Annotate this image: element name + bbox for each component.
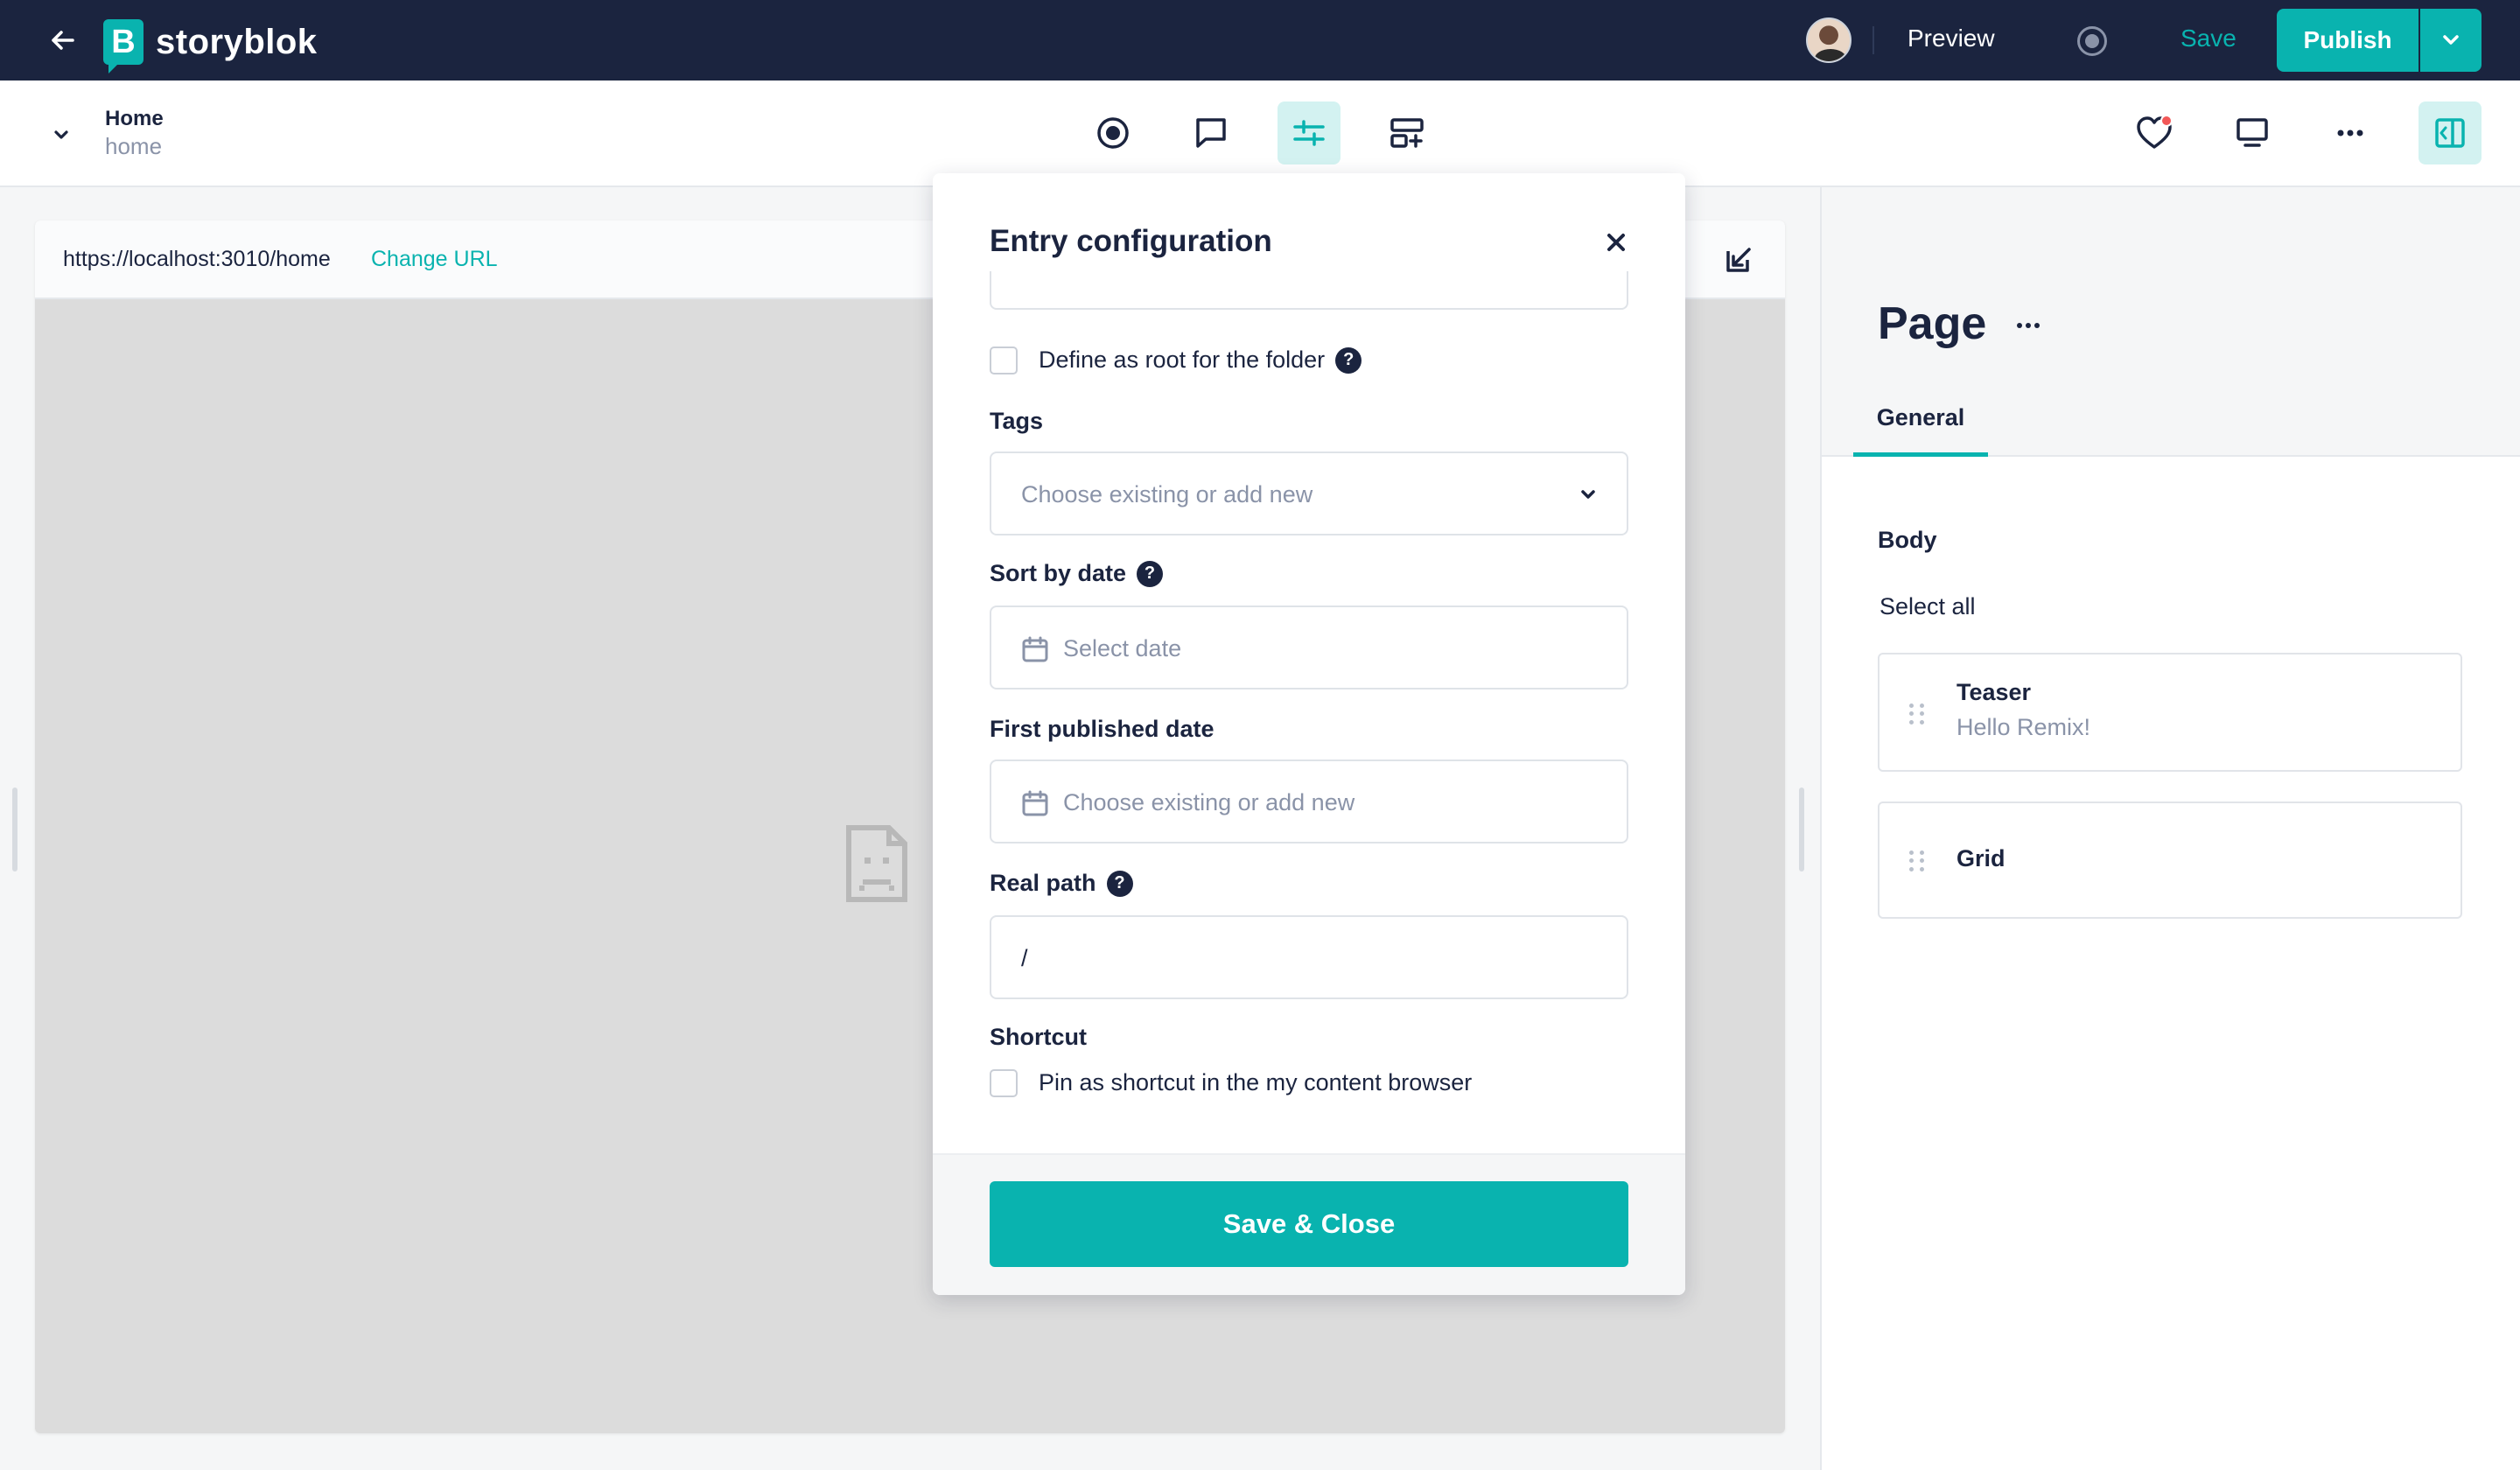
broken-page-icon	[844, 824, 910, 907]
chevron-down-icon	[2443, 35, 2459, 45]
chevron-down-icon	[54, 130, 68, 139]
help-icon[interactable]: ?	[1335, 346, 1362, 374]
pin-shortcut-checkbox[interactable]	[990, 1069, 1018, 1097]
first-published-label: First published date	[990, 716, 1214, 742]
real-path-input[interactable]: /	[990, 915, 1628, 999]
open-preview-button[interactable]	[1720, 240, 1759, 278]
logo-mark: B	[103, 19, 144, 74]
more-horizontal-icon	[2017, 323, 2040, 328]
editor-header: Home home	[0, 80, 2520, 187]
sliders-icon	[1293, 120, 1325, 146]
close-button[interactable]	[1596, 222, 1636, 262]
logo-text: storyblok	[156, 22, 318, 61]
user-avatar[interactable]	[1806, 18, 1852, 63]
storyblok-logo[interactable]: B storyblok	[103, 19, 318, 74]
status-indicator-icon[interactable]	[2077, 26, 2107, 56]
sidebar-toggle-icon	[2435, 118, 2465, 148]
close-icon	[1607, 234, 1625, 251]
root-folder-text: Define as root for the folder	[1039, 346, 1326, 373]
sort-by-date-placeholder: Select date	[1063, 635, 1182, 662]
calendar-icon	[1022, 790, 1048, 816]
back-button[interactable]	[42, 19, 84, 61]
tags-placeholder: Choose existing or add new	[1021, 481, 1313, 508]
add-block-icon	[1390, 118, 1424, 148]
sort-by-date-label: Sort by date ?	[990, 560, 1164, 587]
external-link-icon	[1726, 248, 1751, 272]
tab-general[interactable]: General	[1853, 404, 1988, 457]
more-horizontal-icon	[2337, 130, 2363, 136]
preview-button[interactable]: Preview	[1908, 24, 1995, 52]
top-bar: B storyblok Preview Save Publish	[0, 0, 2520, 80]
pin-shortcut-label: Pin as shortcut in the my content browse…	[1039, 1069, 1473, 1096]
select-all-button[interactable]: Select all	[1880, 593, 1976, 620]
content-panel: Page General Body Select all Teaser Hell…	[1820, 187, 2520, 1470]
real-path-value: /	[1021, 945, 1028, 971]
block-subtitle: Hello Remix!	[1956, 714, 2091, 740]
dialog-title: Entry configuration	[990, 224, 1272, 258]
resize-handle-right[interactable]	[1799, 788, 1804, 872]
story-title: Home	[105, 107, 164, 130]
chevron-down-icon	[1581, 490, 1595, 499]
save-button[interactable]: Save	[2180, 24, 2236, 52]
add-block-tab[interactable]	[1376, 102, 1438, 164]
panel-title: Page	[1878, 298, 1987, 349]
root-folder-label: Define as root for the folder ?	[1039, 346, 1362, 374]
real-path-label: Real path ?	[990, 870, 1133, 897]
sort-by-date-input[interactable]: Select date	[990, 606, 1628, 690]
root-folder-checkbox[interactable]	[990, 346, 1018, 374]
publish-options-button[interactable]	[2420, 9, 2482, 72]
panel-more-button[interactable]	[2011, 308, 2046, 343]
panel-header: Page General	[1822, 187, 2520, 457]
arrow-left-icon	[52, 31, 74, 50]
story-menu-button[interactable]	[46, 119, 77, 150]
more-options-button[interactable]	[2319, 102, 2382, 164]
comment-icon	[1196, 118, 1226, 148]
drag-handle-icon[interactable]	[1909, 850, 1927, 872]
entry-configuration-dialog: Entry configuration Define as root for t…	[933, 173, 1685, 1295]
publish-button[interactable]: Publish	[2277, 9, 2418, 72]
sort-by-date-text: Sort by date	[990, 560, 1127, 586]
resize-handle-left[interactable]	[12, 788, 18, 872]
change-url-link[interactable]: Change URL	[371, 247, 498, 272]
save-close-button[interactable]: Save & Close	[990, 1181, 1628, 1267]
block-name: Grid	[1956, 845, 2006, 872]
sidebar-toggle-button[interactable]	[2418, 102, 2482, 164]
block-item-grid[interactable]: Grid	[1878, 802, 2462, 919]
first-published-input[interactable]: Choose existing or add new	[990, 760, 1628, 844]
entry-config-tab[interactable]	[1278, 102, 1340, 164]
heart-icon	[2137, 115, 2173, 149]
visual-editor-tab[interactable]	[1082, 102, 1144, 164]
tags-select[interactable]: Choose existing or add new	[990, 452, 1628, 536]
shortcut-label: Shortcut	[990, 1024, 1087, 1050]
block-item-teaser[interactable]: Teaser Hello Remix!	[1878, 653, 2462, 772]
target-icon	[1097, 117, 1129, 149]
preview-url: https://localhost:3010/home	[63, 247, 331, 271]
first-published-placeholder: Choose existing or add new	[1063, 789, 1355, 816]
block-name: Teaser	[1956, 679, 2032, 705]
calendar-icon	[1022, 636, 1048, 662]
divider	[1872, 26, 1874, 54]
favorite-button[interactable]	[2123, 102, 2186, 164]
body-field-label: Body	[1878, 527, 1937, 553]
dialog-footer: Save & Close	[933, 1153, 1685, 1295]
drag-handle-icon[interactable]	[1909, 704, 1927, 724]
device-preview-button[interactable]	[2221, 102, 2284, 164]
help-icon[interactable]: ?	[1106, 870, 1133, 897]
tags-label: Tags	[990, 408, 1044, 434]
help-icon[interactable]: ?	[1137, 560, 1164, 587]
story-slug: home	[105, 133, 163, 159]
comments-tab[interactable]	[1180, 102, 1242, 164]
monitor-icon	[2236, 118, 2268, 147]
real-path-text: Real path	[990, 870, 1096, 896]
